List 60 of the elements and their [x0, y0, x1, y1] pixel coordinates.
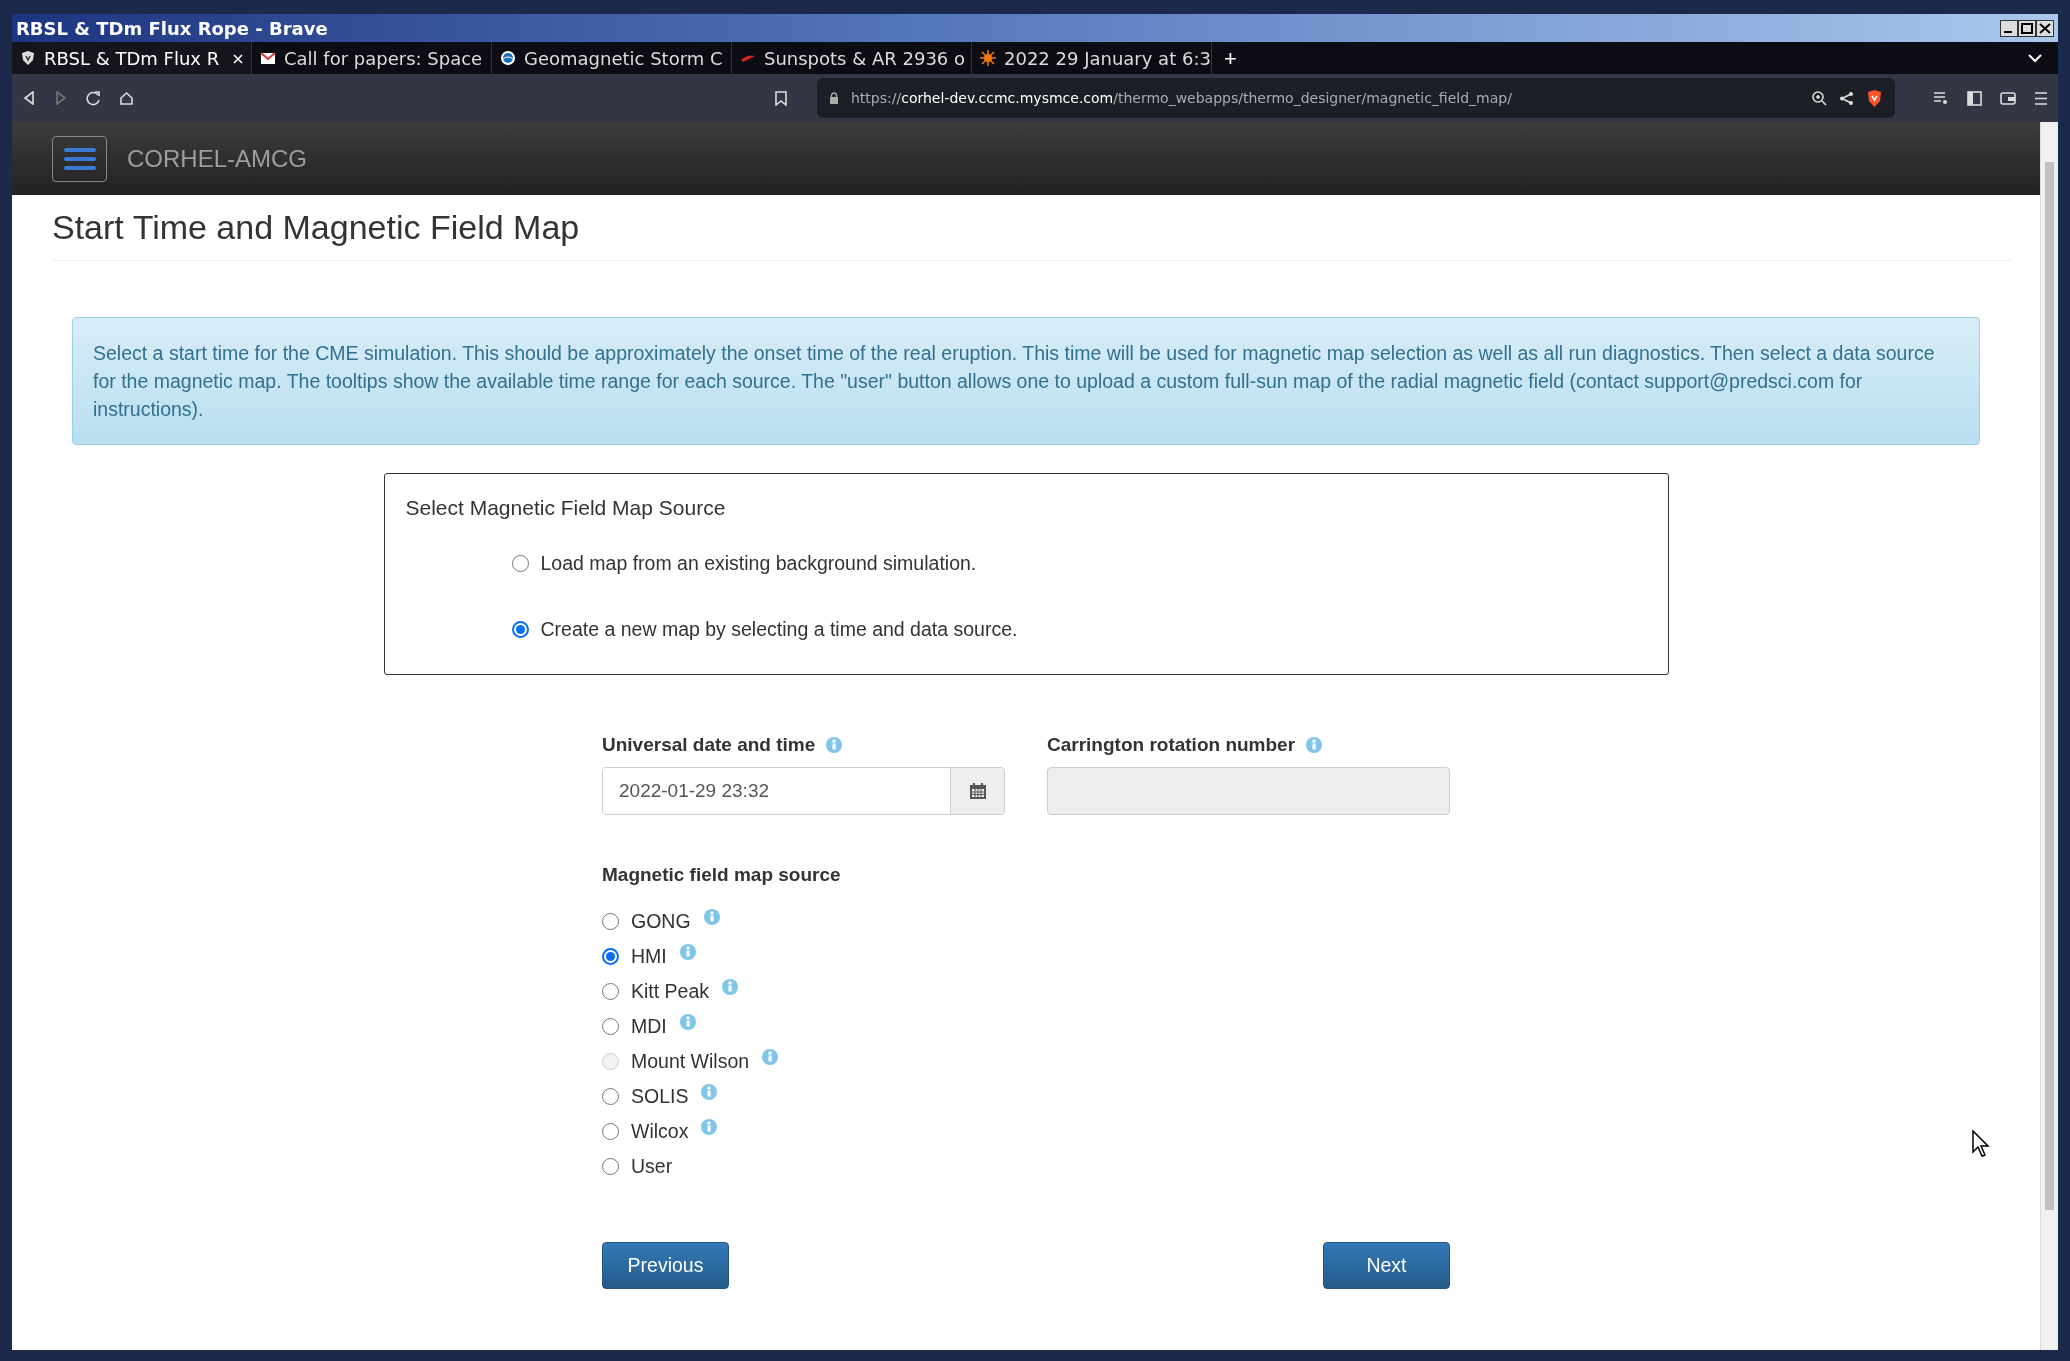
- radio-button[interactable]: [602, 912, 619, 930]
- minimize-button[interactable]: [2000, 19, 2018, 37]
- radio-label: Kitt Peak: [631, 978, 710, 1004]
- sun-icon: [980, 50, 996, 66]
- panel-title: Select Magnetic Field Map Source: [405, 494, 727, 521]
- radio-label: Mount Wilson: [631, 1048, 750, 1074]
- radio-label: Wilcox: [631, 1118, 689, 1144]
- radio-label: Load map from an existing background simulation.: [540, 551, 977, 577]
- reload-icon[interactable]: [86, 90, 101, 106]
- cursor-icon: [1972, 1130, 1992, 1158]
- radio-label: SOLIS: [631, 1083, 689, 1109]
- sidebar-icon[interactable]: [1967, 90, 1982, 106]
- brand-link[interactable]: CORHEL-AMCG: [127, 140, 307, 177]
- scrollbar[interactable]: [2040, 122, 2058, 1350]
- radio-button[interactable]: [511, 620, 529, 638]
- playlist-icon[interactable]: [1933, 91, 1949, 105]
- bookmark-icon[interactable]: [775, 90, 787, 106]
- radio-label: User: [631, 1153, 673, 1179]
- radio-button[interactable]: [602, 1122, 619, 1140]
- address-bar[interactable]: https://corhel-dev.ccmc.mysmce.com/thermo_webapps/thermo_designer/magnetic_field_map/: [817, 78, 1895, 118]
- chevron-down-icon[interactable]: [2028, 53, 2042, 63]
- page-title: Start Time and Magnetic Field Map: [52, 207, 2012, 261]
- url-text: https://corhel-dev.ccmc.mysmce.com/thermo_webapps/thermo_designer/magnetic_field_map/: [851, 88, 1512, 108]
- radio-label: HMI: [631, 943, 667, 969]
- wallet-icon[interactable]: [2000, 91, 2016, 105]
- lock-icon: [829, 92, 839, 104]
- zoom-icon[interactable]: [1812, 90, 1827, 106]
- next-button[interactable]: Next: [1323, 1241, 1450, 1289]
- radio-label: Create a new map by selecting a time and data source.: [540, 616, 1018, 642]
- calendar-button[interactable]: [950, 768, 1004, 815]
- radio-button[interactable]: [511, 555, 529, 573]
- share-icon[interactable]: [1839, 90, 1854, 106]
- radio-button[interactable]: [602, 947, 619, 965]
- field-label: Carrington rotation number: [1047, 732, 1296, 757]
- close-button[interactable]: [2036, 19, 2054, 37]
- new-tab-button[interactable]: +: [1212, 41, 1249, 75]
- radio-button[interactable]: [602, 982, 619, 1000]
- globe-icon: [500, 50, 516, 66]
- browser-tab[interactable]: RBSL & TDm Flux R: [12, 42, 252, 74]
- radio-label: MDI: [631, 1013, 667, 1039]
- mail-icon: [260, 50, 276, 66]
- date-time-field[interactable]: 2022-01-29 23:32: [602, 767, 1005, 816]
- forward-icon[interactable]: [54, 91, 68, 105]
- menu-button[interactable]: [52, 135, 107, 182]
- field-label: Universal date and time: [602, 732, 816, 757]
- previous-button[interactable]: Previous: [602, 1241, 729, 1289]
- shield-icon: [20, 50, 36, 66]
- shield-icon[interactable]: [1866, 88, 1883, 108]
- radio-button[interactable]: [602, 1087, 619, 1105]
- window-title: RBSL & TDm Flux Rope - Brave: [16, 16, 328, 41]
- radio-button[interactable]: [602, 1017, 619, 1035]
- maximize-button[interactable]: [2018, 19, 2036, 37]
- radio-label: GONG: [631, 908, 691, 934]
- info-alert: Select a start time for the CME simulation. This should be approximately the onset time of the real eruption. This time will be used for magnetic map selection as well as all run diagnostics. Then select a data source for the magnetic map. The tooltips show the available time range for each source. The "user" button allows one to upload a custom full-sun map of the radial magnetic field (contact support@predsci.com for instructions).: [72, 316, 1980, 445]
- calendar-icon: [968, 782, 987, 801]
- back-icon[interactable]: [22, 91, 36, 105]
- home-icon[interactable]: [119, 90, 134, 106]
- field-label: Magnetic field map source: [602, 863, 841, 888]
- radio-button[interactable]: [602, 1157, 619, 1175]
- menu-icon[interactable]: [2034, 91, 2048, 105]
